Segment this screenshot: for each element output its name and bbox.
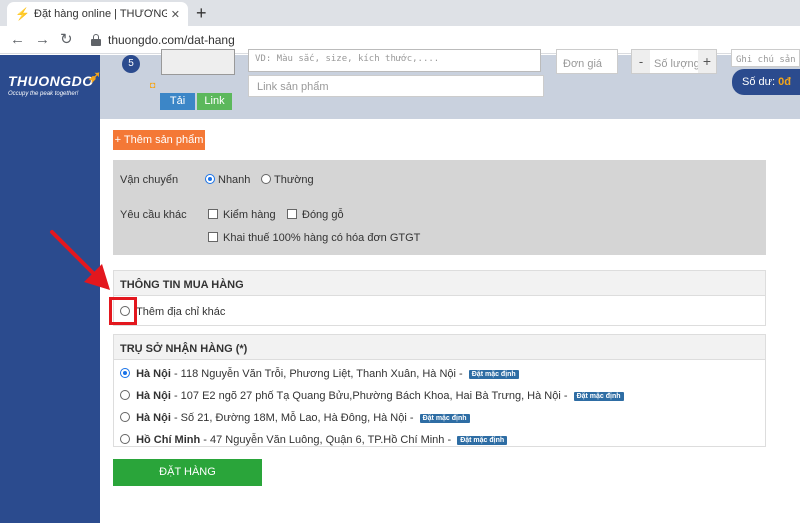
browser-tab[interactable]: ⚡ Đặt hàng online | THƯƠNG ĐÔ L ✕: [7, 2, 188, 26]
browser-tabstrip: ⚡ Đặt hàng online | THƯƠNG ĐÔ L ✕ +: [0, 0, 800, 26]
shipping-fast-label: Nhanh: [218, 174, 251, 186]
tab-title: Đặt hàng online | THƯƠNG ĐÔ L: [34, 8, 167, 20]
address-option-4[interactable]: Hồ Chí Minh - 47 Nguyễn Văn Luông, Quận …: [120, 434, 508, 446]
order-content: + Thêm sản phẩm Vận chuyển Nhanh Thường …: [100, 119, 800, 523]
shipping-label: Vận chuyển: [120, 174, 179, 186]
close-tab-icon[interactable]: ✕: [171, 8, 180, 21]
vat-invoice-checkbox[interactable]: [208, 232, 218, 242]
pointer-arrow-icon: [50, 230, 110, 290]
shipping-normal-option[interactable]: Thường: [261, 174, 314, 186]
balance-pill: Số dư: 0đ: [732, 69, 800, 95]
address-radio-2[interactable]: [120, 390, 130, 400]
quantity-input[interactable]: Số lượng: [654, 58, 700, 70]
page: THUONGDO Occupy the peak together! ➶ 5 ◘…: [0, 49, 800, 523]
address-option-2[interactable]: Hà Nội - 107 E2 ngõ 27 phố Tạ Quang Bửu,…: [120, 390, 624, 402]
address-bar[interactable]: thuongdo.com/dat-hang: [108, 33, 235, 47]
highlight-box: [109, 297, 137, 325]
wood-pack-option[interactable]: Đóng gỗ: [287, 209, 344, 221]
site-favicon-icon: ⚡: [15, 7, 30, 21]
upload-image-button[interactable]: Tải: [160, 93, 195, 110]
address-city-2: Hà Nội: [136, 390, 171, 402]
shipping-fast-option[interactable]: Nhanh: [205, 174, 250, 186]
address-option-3[interactable]: Hà Nội - Số 21, Đường 18M, Mỗ Lao, Hà Đô…: [120, 412, 470, 424]
wood-pack-label: Đóng gỗ: [302, 209, 344, 221]
unit-price-input[interactable]: Đơn giá: [556, 49, 618, 74]
new-tab-button[interactable]: +: [196, 3, 207, 23]
quantity-stepper: - Số lượng +: [631, 49, 717, 74]
add-product-button[interactable]: + Thêm sản phẩm: [113, 130, 205, 150]
product-note-input[interactable]: Ghi chú sản: [731, 49, 800, 67]
shipping-normal-radio[interactable]: [261, 174, 271, 184]
inspect-goods-label: Kiểm hàng: [223, 209, 276, 221]
set-default-button-2[interactable]: Đặt mặc định: [573, 392, 624, 401]
brand-logo[interactable]: THUONGDO Occupy the peak together! ➶: [8, 69, 101, 109]
balance-value: 0đ: [778, 76, 791, 88]
address-detail-2: - 107 E2 ngõ 27 phố Tạ Quang Bửu,Phường …: [170, 390, 571, 402]
receiving-office-panel: TRỤ SỞ NHẬN HÀNG (*) Hà Nội - 118 Nguyễn…: [113, 334, 766, 447]
address-city-3: Hà Nội: [136, 412, 171, 424]
address-detail-4: - 47 Nguyễn Văn Luông, Quận 6, TP.Hồ Chí…: [200, 434, 455, 446]
reload-icon[interactable]: ↻: [60, 30, 73, 50]
balance-label: Số dư:: [742, 76, 776, 88]
product-description-input[interactable]: VD: Màu sắc, size, kích thước,....: [248, 49, 541, 72]
address-radio-4[interactable]: [120, 434, 130, 444]
address-detail-3: - Số 21, Đường 18M, Mỗ Lao, Hà Đông, Hà …: [170, 412, 417, 424]
wood-pack-checkbox[interactable]: [287, 209, 297, 219]
receiving-office-heading: TRỤ SỞ NHẬN HÀNG (*): [114, 335, 765, 360]
vat-invoice-label: Khai thuế 100% hàng có hóa đơn GTGT: [223, 232, 421, 244]
lock-icon[interactable]: [91, 34, 101, 46]
inspect-goods-option[interactable]: Kiểm hàng: [208, 209, 276, 221]
buyer-info-heading: THÔNG TIN MUA HÀNG: [114, 271, 765, 296]
logo-tagline: Occupy the peak together!: [8, 91, 79, 97]
shipping-normal-label: Thường: [274, 174, 314, 186]
address-radio-1[interactable]: [120, 368, 130, 378]
set-default-button-4[interactable]: Đặt mặc định: [457, 436, 508, 445]
address-detail-1: - 118 Nguyễn Văn Trỗi, Phương Liệt, Than…: [170, 368, 466, 380]
place-order-button[interactable]: ĐẶT HÀNG: [113, 459, 262, 486]
product-link-input[interactable]: Link sản phẩm: [248, 75, 544, 97]
back-arrow-icon[interactable]: ←: [10, 30, 25, 50]
set-default-button-1[interactable]: Đặt mặc định: [468, 370, 519, 379]
shipping-options-panel: Vận chuyển Nhanh Thường Yêu cầu khác Kiể…: [113, 160, 766, 255]
item-form-row: 5 ◘ Tải Link VD: Màu sắc, size, kích thư…: [100, 49, 800, 119]
vat-invoice-option[interactable]: Khai thuế 100% hàng có hóa đơn GTGT: [208, 232, 420, 244]
image-link-button[interactable]: Link: [197, 93, 232, 110]
address-radio-3[interactable]: [120, 412, 130, 422]
other-address-label: Thêm địa chỉ khác: [136, 306, 226, 318]
item-number-badge: 5: [122, 55, 140, 73]
address-option-1[interactable]: Hà Nội - 118 Nguyễn Văn Trỗi, Phương Liệ…: [120, 368, 519, 380]
set-default-button-3[interactable]: Đặt mặc định: [419, 414, 470, 423]
camera-icon: ◘: [150, 80, 156, 90]
logo-name: THUONGDO: [8, 73, 94, 89]
other-requests-label: Yêu cầu khác: [120, 209, 187, 221]
address-city-4: Hồ Chí Minh: [136, 434, 201, 446]
address-city-1: Hà Nội: [136, 368, 171, 380]
forward-arrow-icon[interactable]: →: [35, 30, 50, 50]
shipping-fast-radio[interactable]: [205, 174, 215, 184]
product-image-placeholder: [161, 49, 235, 75]
quantity-increase-button[interactable]: +: [698, 50, 716, 73]
quantity-decrease-button[interactable]: -: [632, 50, 650, 73]
buyer-info-panel: THÔNG TIN MUA HÀNG Thêm địa chỉ khác: [113, 270, 766, 326]
inspect-goods-checkbox[interactable]: [208, 209, 218, 219]
